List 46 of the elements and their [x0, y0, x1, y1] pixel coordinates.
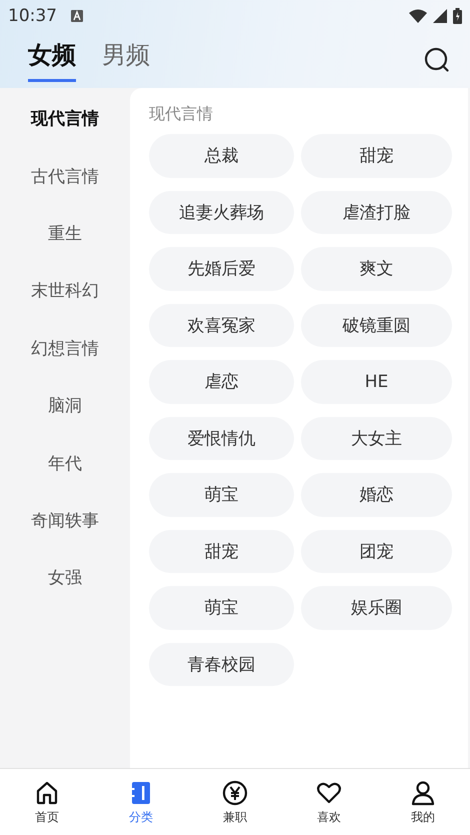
sidebar-item[interactable]: 幻想言情: [0, 320, 130, 377]
section-heading: 现代言情: [149, 104, 214, 125]
sidebar-item[interactable]: 末世科幻: [0, 262, 130, 320]
tag-chip[interactable]: 团宠: [301, 530, 452, 573]
tag-chip[interactable]: 爱恨情仇: [149, 416, 294, 460]
nav-tab[interactable]: 我的: [376, 769, 470, 835]
tag-chip[interactable]: 萌宝: [149, 586, 294, 630]
nav-tab[interactable]: 兼职: [188, 769, 282, 835]
tag-chip[interactable]: 追妻火葬场: [149, 190, 294, 234]
nav-tab[interactable]: 分类: [94, 769, 188, 835]
sidebar-item[interactable]: 重生: [0, 204, 130, 262]
tag-chip[interactable]: 甜宠: [149, 530, 294, 573]
tag-chip[interactable]: 爽文: [301, 247, 452, 290]
tag-chip[interactable]: 先婚后爱: [149, 247, 294, 290]
sidebar-item[interactable]: 奇闻轶事: [0, 492, 130, 550]
notification-icon: [71, 10, 83, 22]
sidebar-item[interactable]: 现代言情: [0, 90, 130, 148]
battery-icon: [453, 8, 462, 24]
wifi-icon: [409, 9, 427, 23]
sidebar-item[interactable]: 女强: [0, 549, 130, 607]
tag-chip[interactable]: 萌宝: [149, 473, 294, 516]
tag-chip[interactable]: 欢喜冤家: [149, 304, 294, 347]
tag-chip[interactable]: 娱乐圈: [301, 586, 452, 630]
person-icon: [410, 780, 436, 806]
sidebar-item[interactable]: 古代言情: [0, 147, 130, 205]
tag-chip[interactable]: 虐恋: [149, 360, 294, 404]
signal-icon: [433, 9, 447, 23]
tag-chip[interactable]: 大女主: [301, 416, 452, 460]
tag-chip[interactable]: 婚恋: [301, 473, 452, 516]
tag-chip[interactable]: 总裁: [149, 134, 294, 178]
tag-chip[interactable]: 破镜重圆: [301, 304, 452, 347]
yen-icon: [222, 780, 248, 806]
status-time: 10:37: [8, 6, 57, 26]
tag-chip[interactable]: 甜宠: [301, 134, 452, 178]
tag-chip[interactable]: 虐渣打脸: [301, 190, 452, 234]
search-icon[interactable]: [424, 47, 450, 73]
tag-chip[interactable]: HE: [301, 360, 452, 404]
sidebar-item[interactable]: 脑洞: [0, 376, 130, 434]
nav-tab[interactable]: 首页: [0, 769, 94, 835]
sidebar-item[interactable]: 年代: [0, 434, 130, 492]
tab[interactable]: 男频: [102, 38, 150, 82]
heart-icon: [316, 780, 342, 806]
tag-chip[interactable]: 青春校园: [149, 642, 294, 686]
nav-tab[interactable]: 喜欢: [282, 769, 376, 835]
tab[interactable]: 女频: [28, 38, 76, 82]
home-icon: [34, 780, 60, 806]
